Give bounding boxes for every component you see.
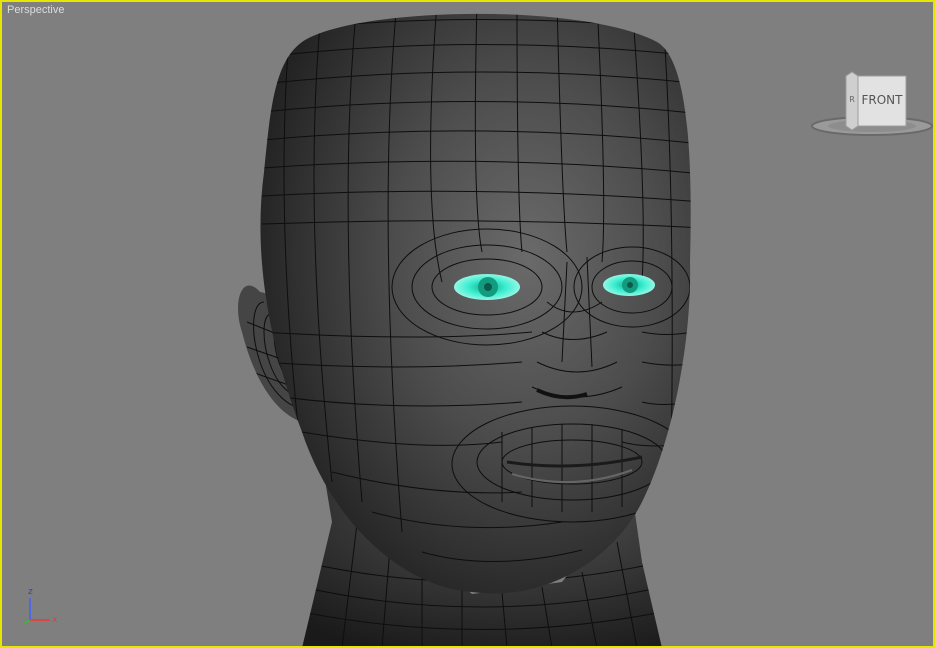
perspective-viewport[interactable]: Perspective FRONT R z x <box>0 0 935 648</box>
right-eye-selected[interactable] <box>603 274 655 296</box>
viewcube[interactable]: FRONT R <box>810 68 935 138</box>
z-axis-label: z <box>28 587 33 597</box>
viewcube-front-label: FRONT <box>862 93 904 107</box>
left-eye-selected[interactable] <box>454 274 520 300</box>
x-axis-label: x <box>52 615 58 625</box>
head-model[interactable] <box>2 2 933 646</box>
axis-tripod: z x <box>22 587 58 625</box>
y-axis-line <box>22 619 31 625</box>
viewcube-side-label: R <box>849 95 855 104</box>
